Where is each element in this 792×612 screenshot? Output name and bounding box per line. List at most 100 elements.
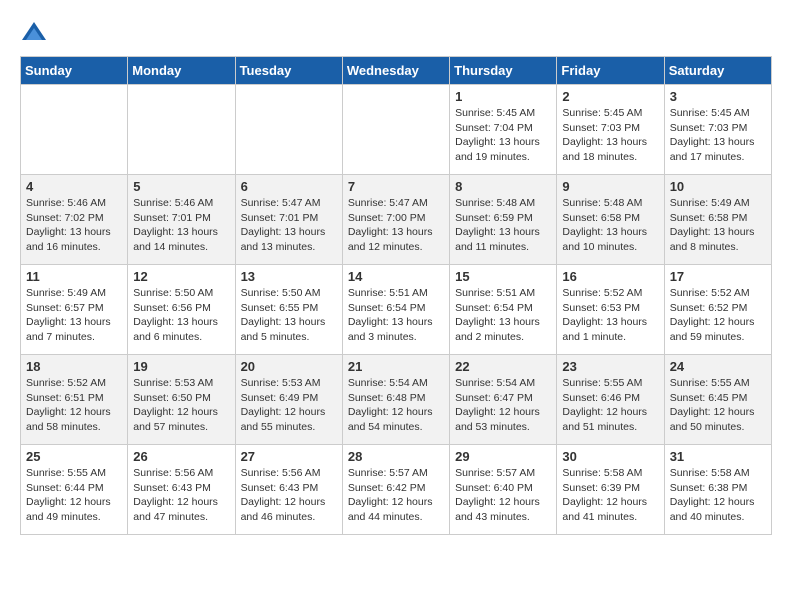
day-number: 19 <box>133 359 229 374</box>
day-info: Sunrise: 5:48 AM Sunset: 6:59 PM Dayligh… <box>455 196 551 255</box>
day-number: 26 <box>133 449 229 464</box>
day-info: Sunrise: 5:55 AM Sunset: 6:45 PM Dayligh… <box>670 376 766 435</box>
day-number: 27 <box>241 449 337 464</box>
calendar-cell: 22 Sunrise: 5:54 AM Sunset: 6:47 PM Dayli… <box>450 355 557 445</box>
day-number: 5 <box>133 179 229 194</box>
day-info: Sunrise: 5:50 AM Sunset: 6:55 PM Dayligh… <box>241 286 337 345</box>
day-info: Sunrise: 5:50 AM Sunset: 6:56 PM Dayligh… <box>133 286 229 345</box>
calendar-cell: 16 Sunrise: 5:52 AM Sunset: 6:53 PM Dayli… <box>557 265 664 355</box>
day-number: 10 <box>670 179 766 194</box>
calendar-week-row: 25Sunrise: 5:55 AM Sunset: 6:44 PM Dayli… <box>21 445 772 535</box>
day-info: Sunrise: 5:52 AM Sunset: 6:53 PM Dayligh… <box>562 286 658 345</box>
calendar-week-row: 11Sunrise: 5:49 AM Sunset: 6:57 PM Dayli… <box>21 265 772 355</box>
calendar-cell: 19 Sunrise: 5:53 AM Sunset: 6:50 PM Dayli… <box>128 355 235 445</box>
calendar-cell: 28 Sunrise: 5:57 AM Sunset: 6:42 PM Dayli… <box>342 445 449 535</box>
day-number: 18 <box>26 359 122 374</box>
day-number: 15 <box>455 269 551 284</box>
calendar-cell: 14Sunrise: 5:51 AM Sunset: 6:54 PM Dayli… <box>342 265 449 355</box>
day-number: 21 <box>348 359 444 374</box>
day-number: 7 <box>348 179 444 194</box>
calendar-cell: 15 Sunrise: 5:51 AM Sunset: 6:54 PM Dayli… <box>450 265 557 355</box>
day-info: Sunrise: 5:57 AM Sunset: 6:42 PM Dayligh… <box>348 466 444 525</box>
header-day-thursday: Thursday <box>450 57 557 85</box>
day-number: 13 <box>241 269 337 284</box>
day-number: 28 <box>348 449 444 464</box>
header-day-friday: Friday <box>557 57 664 85</box>
day-info: Sunrise: 5:47 AM Sunset: 7:00 PM Dayligh… <box>348 196 444 255</box>
day-info: Sunrise: 5:56 AM Sunset: 6:43 PM Dayligh… <box>241 466 337 525</box>
header-day-monday: Monday <box>128 57 235 85</box>
calendar-cell <box>235 85 342 175</box>
calendar-cell: 2Sunrise: 5:45 AM Sunset: 7:03 PM Daylig… <box>557 85 664 175</box>
day-info: Sunrise: 5:46 AM Sunset: 7:01 PM Dayligh… <box>133 196 229 255</box>
day-number: 20 <box>241 359 337 374</box>
day-number: 4 <box>26 179 122 194</box>
calendar-cell: 12 Sunrise: 5:50 AM Sunset: 6:56 PM Dayli… <box>128 265 235 355</box>
day-info: Sunrise: 5:47 AM Sunset: 7:01 PM Dayligh… <box>241 196 337 255</box>
day-number: 24 <box>670 359 766 374</box>
header-day-saturday: Saturday <box>664 57 771 85</box>
calendar-cell: 11Sunrise: 5:49 AM Sunset: 6:57 PM Dayli… <box>21 265 128 355</box>
calendar-cell: 27 Sunrise: 5:56 AM Sunset: 6:43 PM Dayli… <box>235 445 342 535</box>
day-info: Sunrise: 5:45 AM Sunset: 7:04 PM Dayligh… <box>455 106 551 165</box>
day-info: Sunrise: 5:49 AM Sunset: 6:57 PM Dayligh… <box>26 286 122 345</box>
calendar-week-row: 18 Sunrise: 5:52 AM Sunset: 6:51 PM Dayli… <box>21 355 772 445</box>
day-info: Sunrise: 5:46 AM Sunset: 7:02 PM Dayligh… <box>26 196 122 255</box>
calendar-cell: 3 Sunrise: 5:45 AM Sunset: 7:03 PM Daylig… <box>664 85 771 175</box>
day-number: 14 <box>348 269 444 284</box>
calendar-cell: 5 Sunrise: 5:46 AM Sunset: 7:01 PM Daylig… <box>128 175 235 265</box>
day-info: Sunrise: 5:58 AM Sunset: 6:39 PM Dayligh… <box>562 466 658 525</box>
calendar-cell: 30 Sunrise: 5:58 AM Sunset: 6:39 PM Dayli… <box>557 445 664 535</box>
calendar-cell: 9 Sunrise: 5:48 AM Sunset: 6:58 PM Daylig… <box>557 175 664 265</box>
calendar-cell: 13 Sunrise: 5:50 AM Sunset: 6:55 PM Dayli… <box>235 265 342 355</box>
calendar-cell: 24 Sunrise: 5:55 AM Sunset: 6:45 PM Dayli… <box>664 355 771 445</box>
day-number: 1 <box>455 89 551 104</box>
day-info: Sunrise: 5:53 AM Sunset: 6:49 PM Dayligh… <box>241 376 337 435</box>
calendar-cell: 20 Sunrise: 5:53 AM Sunset: 6:49 PM Dayli… <box>235 355 342 445</box>
day-number: 6 <box>241 179 337 194</box>
day-info: Sunrise: 5:53 AM Sunset: 6:50 PM Dayligh… <box>133 376 229 435</box>
day-info: Sunrise: 5:51 AM Sunset: 6:54 PM Dayligh… <box>455 286 551 345</box>
day-number: 29 <box>455 449 551 464</box>
calendar-table: SundayMondayTuesdayWednesdayThursdayFrid… <box>20 56 772 535</box>
day-info: Sunrise: 5:55 AM Sunset: 6:46 PM Dayligh… <box>562 376 658 435</box>
day-info: Sunrise: 5:45 AM Sunset: 7:03 PM Dayligh… <box>562 106 658 165</box>
page-header <box>20 20 772 48</box>
day-number: 9 <box>562 179 658 194</box>
day-number: 17 <box>670 269 766 284</box>
day-info: Sunrise: 5:54 AM Sunset: 6:47 PM Dayligh… <box>455 376 551 435</box>
day-number: 31 <box>670 449 766 464</box>
calendar-cell: 25Sunrise: 5:55 AM Sunset: 6:44 PM Dayli… <box>21 445 128 535</box>
header-day-wednesday: Wednesday <box>342 57 449 85</box>
calendar-cell <box>21 85 128 175</box>
logo <box>20 20 52 48</box>
calendar-cell: 8 Sunrise: 5:48 AM Sunset: 6:59 PM Daylig… <box>450 175 557 265</box>
calendar-cell: 29 Sunrise: 5:57 AM Sunset: 6:40 PM Dayli… <box>450 445 557 535</box>
day-number: 3 <box>670 89 766 104</box>
calendar-cell: 10 Sunrise: 5:49 AM Sunset: 6:58 PM Dayli… <box>664 175 771 265</box>
day-number: 30 <box>562 449 658 464</box>
calendar-cell: 4 Sunrise: 5:46 AM Sunset: 7:02 PM Daylig… <box>21 175 128 265</box>
header-day-sunday: Sunday <box>21 57 128 85</box>
day-number: 23 <box>562 359 658 374</box>
calendar-cell: 26Sunrise: 5:56 AM Sunset: 6:43 PM Dayli… <box>128 445 235 535</box>
day-number: 16 <box>562 269 658 284</box>
day-info: Sunrise: 5:57 AM Sunset: 6:40 PM Dayligh… <box>455 466 551 525</box>
day-info: Sunrise: 5:48 AM Sunset: 6:58 PM Dayligh… <box>562 196 658 255</box>
logo-icon <box>20 20 48 48</box>
day-info: Sunrise: 5:55 AM Sunset: 6:44 PM Dayligh… <box>26 466 122 525</box>
calendar-cell <box>342 85 449 175</box>
day-number: 22 <box>455 359 551 374</box>
calendar-week-row: 4 Sunrise: 5:46 AM Sunset: 7:02 PM Daylig… <box>21 175 772 265</box>
day-info: Sunrise: 5:49 AM Sunset: 6:58 PM Dayligh… <box>670 196 766 255</box>
calendar-cell: 23 Sunrise: 5:55 AM Sunset: 6:46 PM Dayli… <box>557 355 664 445</box>
calendar-cell <box>128 85 235 175</box>
calendar-cell: 1 Sunrise: 5:45 AM Sunset: 7:04 PM Daylig… <box>450 85 557 175</box>
day-number: 8 <box>455 179 551 194</box>
calendar-cell: 7 Sunrise: 5:47 AM Sunset: 7:00 PM Daylig… <box>342 175 449 265</box>
calendar-cell: 31Sunrise: 5:58 AM Sunset: 6:38 PM Dayli… <box>664 445 771 535</box>
calendar-header-row: SundayMondayTuesdayWednesdayThursdayFrid… <box>21 57 772 85</box>
day-info: Sunrise: 5:52 AM Sunset: 6:51 PM Dayligh… <box>26 376 122 435</box>
day-info: Sunrise: 5:45 AM Sunset: 7:03 PM Dayligh… <box>670 106 766 165</box>
day-number: 12 <box>133 269 229 284</box>
